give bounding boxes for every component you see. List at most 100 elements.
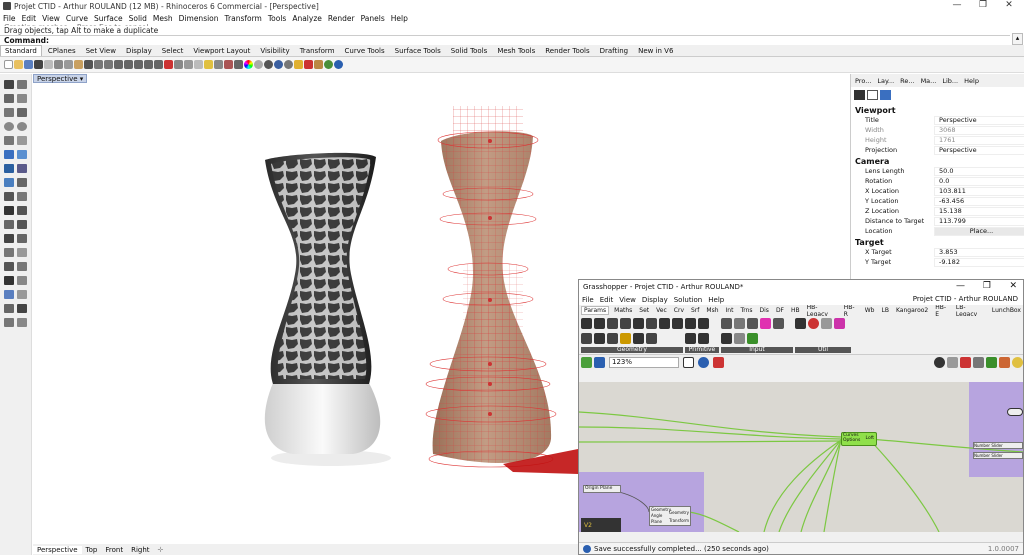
tab-mesh-tools[interactable]: Mesh Tools	[493, 46, 539, 56]
gradient-input-icon[interactable]	[760, 318, 771, 329]
viewport-label[interactable]: Perspective ▾	[33, 74, 88, 83]
gh-toggle-component[interactable]	[1007, 408, 1023, 416]
gh-menu-edit[interactable]: Edit	[597, 296, 617, 304]
settings-tool-icon[interactable]	[4, 318, 14, 327]
point-param-icon[interactable]	[581, 318, 592, 329]
integer-param-icon[interactable]	[685, 333, 696, 344]
lock-icon[interactable]	[194, 60, 203, 69]
menu-solid[interactable]: Solid	[126, 14, 150, 23]
prop-value[interactable]: 15.138	[934, 206, 1024, 216]
tab-layers[interactable]: Lay...	[875, 77, 896, 85]
tab-render[interactable]: Re...	[898, 77, 916, 85]
geometry-param-icon[interactable]	[607, 333, 618, 344]
tab-cplanes[interactable]: CPlanes	[44, 46, 80, 56]
tab-drafting[interactable]: Drafting	[596, 46, 632, 56]
maximize-button[interactable]: ❐	[970, 0, 996, 10]
line-param-icon[interactable]	[581, 333, 592, 344]
shaded-sphere-icon[interactable]	[264, 60, 273, 69]
surface-param-icon[interactable]	[620, 318, 631, 329]
gh-tab-msh[interactable]: Msh	[704, 307, 720, 314]
solid-icon[interactable]	[17, 164, 27, 173]
tab-new-in-v6[interactable]: New in V6	[634, 46, 677, 56]
command-scroll[interactable]: ▴	[1012, 33, 1023, 45]
ghosted-sphere-icon[interactable]	[284, 60, 293, 69]
preview-wire-icon[interactable]	[973, 357, 984, 368]
select-icon[interactable]	[234, 60, 243, 69]
value-list-icon[interactable]	[721, 333, 732, 344]
minimize-button[interactable]: —	[944, 0, 970, 10]
gh-tab-int[interactable]: Int	[724, 307, 736, 314]
line-icon[interactable]	[4, 108, 14, 117]
help-icon[interactable]	[334, 60, 343, 69]
gh-tab-wb[interactable]: Wb	[863, 307, 877, 314]
gh-maximize-button[interactable]: ❐	[983, 281, 991, 291]
prop-value[interactable]: -63.456	[934, 196, 1024, 206]
polygon-icon[interactable]	[17, 136, 27, 145]
zoom-extents-icon[interactable]	[134, 60, 143, 69]
relay-icon[interactable]	[795, 318, 806, 329]
layer-tool-icon[interactable]	[17, 290, 27, 299]
close-button[interactable]: ✕	[996, 0, 1022, 10]
flask-icon[interactable]	[834, 318, 845, 329]
gh-tab-srf[interactable]: Srf	[689, 307, 701, 314]
command-line[interactable]: Command:	[0, 35, 1010, 45]
point-icon[interactable]	[17, 80, 27, 89]
menu-tools[interactable]: Tools	[265, 14, 289, 23]
gh-tab-set[interactable]: Set	[637, 307, 651, 314]
tab-solid-tools[interactable]: Solid Tools	[447, 46, 492, 56]
gh-close-button[interactable]: ✕	[1009, 281, 1017, 291]
cut-icon[interactable]	[54, 60, 63, 69]
prop-value[interactable]: 50.0	[934, 166, 1024, 176]
scale-icon[interactable]	[17, 262, 27, 271]
gh-number-slider[interactable]: Number Slider	[973, 442, 1023, 449]
tab-select[interactable]: Select	[158, 46, 188, 56]
check-icon[interactable]	[4, 304, 14, 313]
menu-panels[interactable]: Panels	[358, 14, 388, 23]
curve-param-icon[interactable]	[607, 318, 618, 329]
wireframe-sphere-icon[interactable]	[254, 60, 263, 69]
fillet-icon[interactable]	[4, 192, 14, 201]
button-input-icon[interactable]	[773, 318, 784, 329]
zoom-all-icon[interactable]	[154, 60, 163, 69]
gh-tab-dis[interactable]: Dis	[758, 307, 771, 314]
trim-icon[interactable]	[17, 206, 27, 215]
gh-menu-file[interactable]: File	[579, 296, 597, 304]
jump-icon[interactable]	[821, 318, 832, 329]
extrude-icon[interactable]	[17, 150, 27, 159]
surface-icon[interactable]	[4, 150, 14, 159]
tab-materials[interactable]: Ma...	[919, 77, 939, 85]
tab-perspective[interactable]: Perspective	[33, 545, 82, 554]
checkmark-icon[interactable]	[17, 304, 27, 313]
gh-rotate-component[interactable]: Geometry Angle Plane Geometry Transform	[649, 506, 691, 526]
group-icon[interactable]	[17, 234, 27, 243]
print-icon[interactable]	[34, 60, 43, 69]
gh-plane-component[interactable]: Origin Plane	[583, 485, 621, 493]
menu-help[interactable]: Help	[388, 14, 411, 23]
box-param-icon[interactable]	[594, 333, 605, 344]
viewport-props-icon[interactable]	[867, 90, 878, 100]
gh-open-icon[interactable]	[581, 357, 592, 368]
gh-tab-lb[interactable]: LB	[879, 307, 890, 314]
chamfer-icon[interactable]	[17, 192, 27, 201]
prop-value[interactable]: 113.799	[934, 216, 1024, 226]
prop-value[interactable]: -9.182	[934, 257, 1024, 267]
preview-eye-icon[interactable]	[698, 357, 709, 368]
render-teapot-icon[interactable]	[304, 60, 313, 69]
dimension-icon[interactable]	[4, 276, 14, 285]
menu-dimension[interactable]: Dimension	[176, 14, 222, 23]
tab-display[interactable]: Display	[122, 46, 156, 56]
layer-icon[interactable]	[214, 60, 223, 69]
pan-icon[interactable]	[94, 60, 103, 69]
gh-tab-crv[interactable]: Crv	[672, 307, 686, 314]
tab-visibility[interactable]: Visibility	[256, 46, 293, 56]
tab-viewport-layout[interactable]: Viewport Layout	[189, 46, 254, 56]
tab-top[interactable]: Top	[82, 546, 102, 554]
cherry-icon[interactable]	[808, 318, 819, 329]
gh-tab-maths[interactable]: Maths	[612, 307, 634, 314]
paste-icon[interactable]	[74, 60, 83, 69]
gh-tab-kangaroo2[interactable]: Kangaroo2	[894, 307, 930, 314]
toggle-input-icon[interactable]	[747, 318, 758, 329]
boolean-param-icon[interactable]	[698, 333, 709, 344]
menu-view[interactable]: View	[39, 14, 63, 23]
rendered-sphere-icon[interactable]	[274, 60, 283, 69]
